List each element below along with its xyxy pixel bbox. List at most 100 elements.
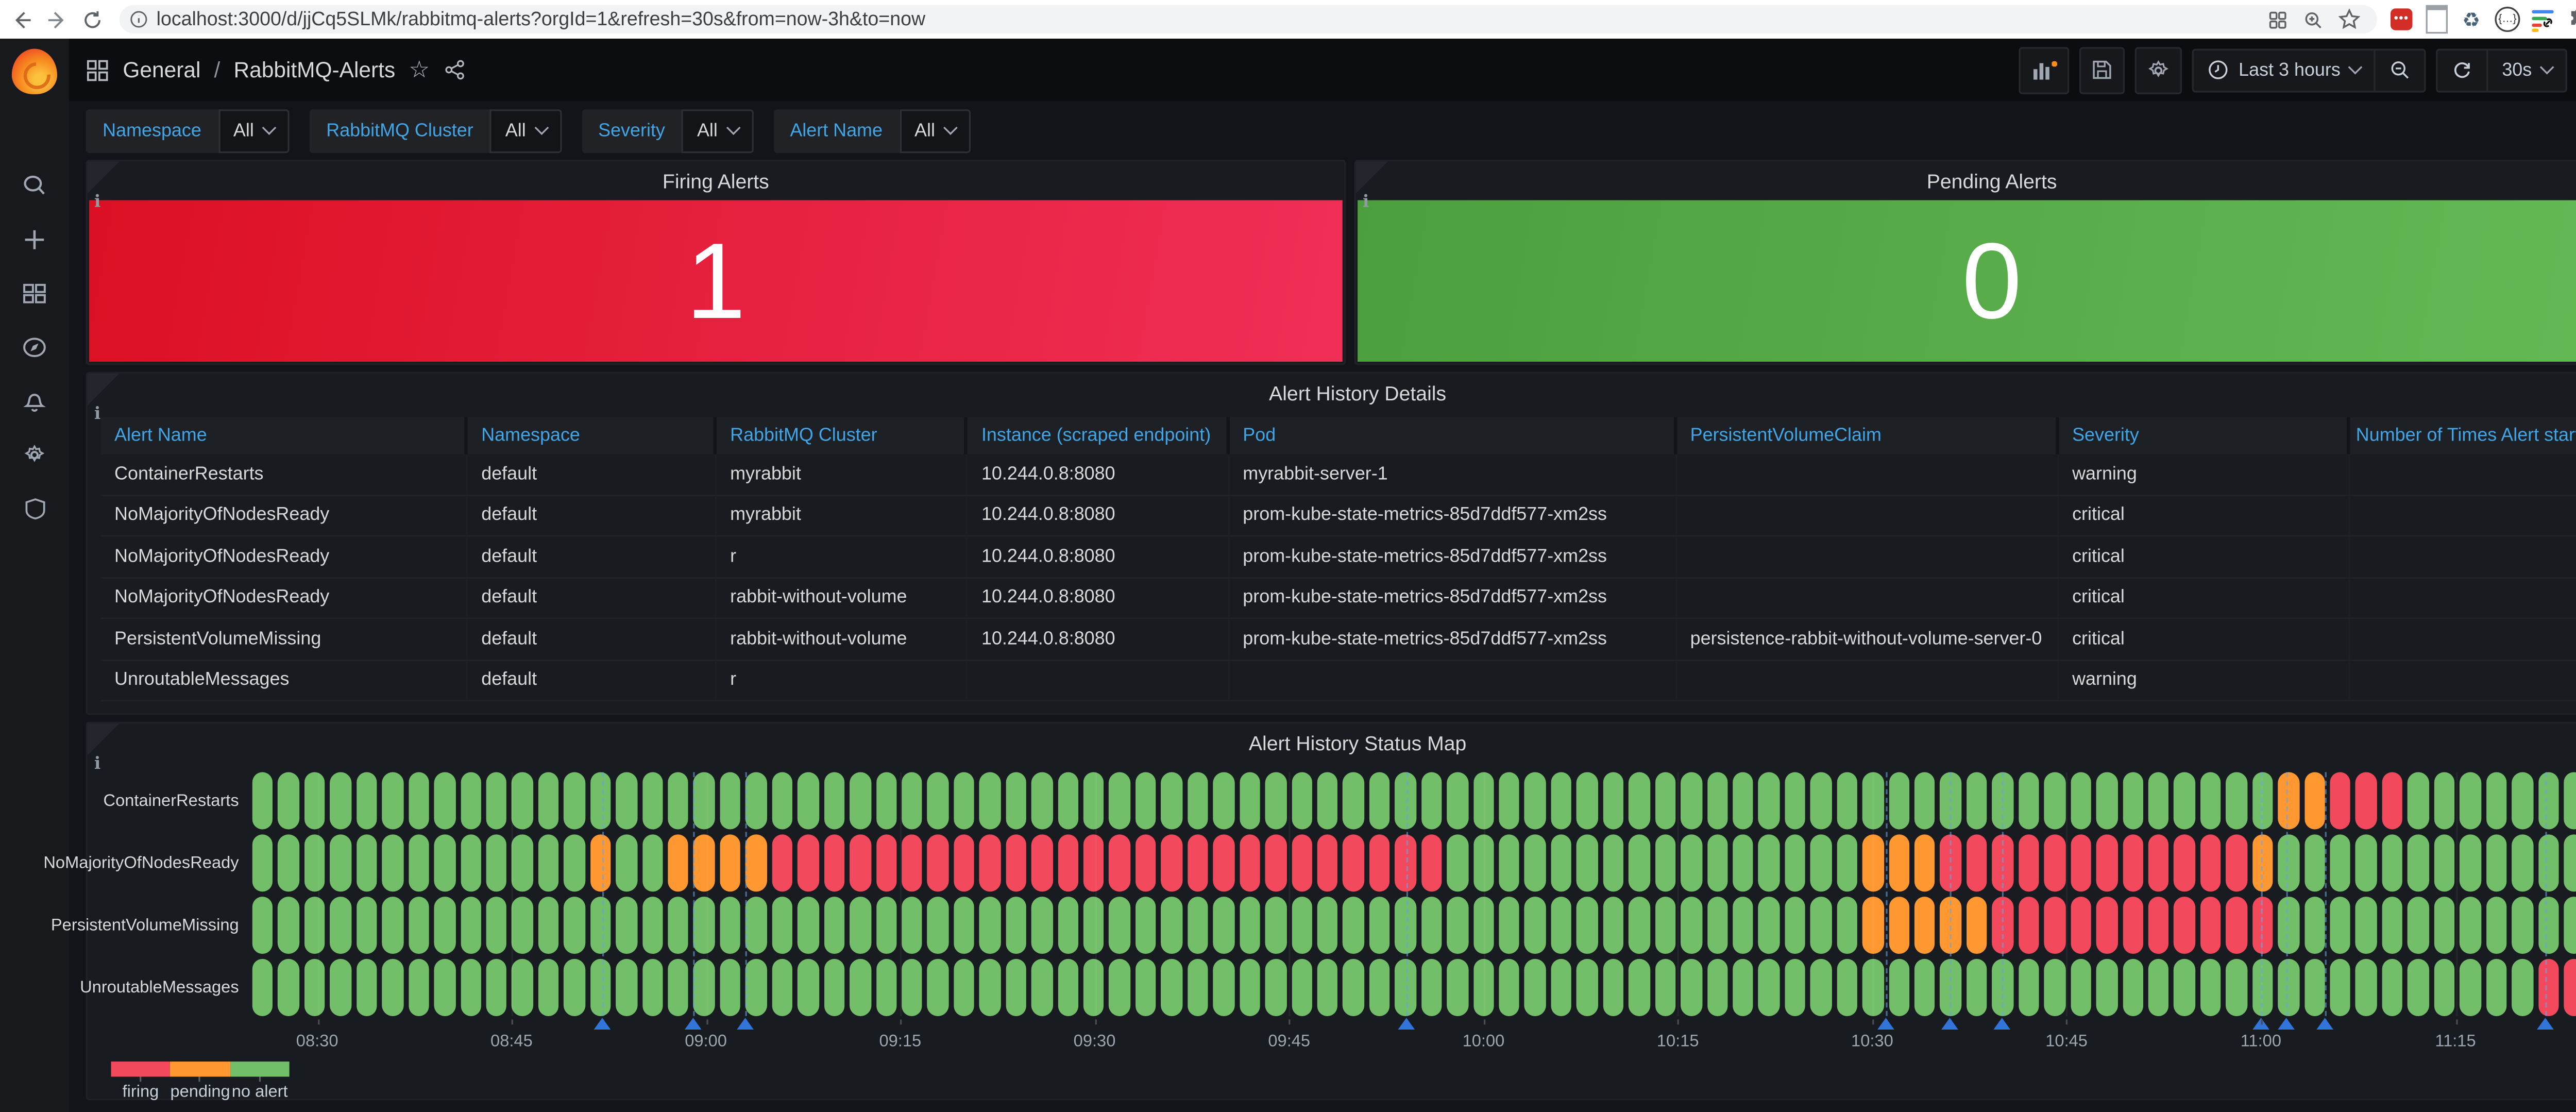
- chevron-down-icon: [725, 121, 740, 135]
- url-text[interactable]: localhost:3000/d/jjCq5SLMk/rabbitmq-aler…: [157, 9, 2268, 29]
- annotation-marker[interactable]: [736, 1018, 753, 1030]
- annotation-marker[interactable]: [1877, 1018, 1894, 1030]
- bookmark-star-icon[interactable]: [2338, 8, 2360, 30]
- column-header[interactable]: Pod: [1229, 417, 1676, 454]
- lastpass-icon[interactable]: •••: [2391, 8, 2412, 30]
- column-header[interactable]: Number of Times Alert started: [2350, 417, 2576, 454]
- status-cell-no-alert: [1525, 834, 1546, 891]
- zoom-icon[interactable]: [2303, 9, 2323, 29]
- column-header[interactable]: Severity: [2059, 417, 2350, 454]
- reload-icon[interactable]: [79, 6, 106, 32]
- refresh-interval-button[interactable]: 30s: [2488, 49, 2565, 90]
- status-cell-pending: [694, 834, 715, 891]
- search-icon[interactable]: [22, 173, 47, 198]
- status-cell-no-alert: [1810, 897, 1832, 954]
- annotation-marker[interactable]: [1397, 1018, 1414, 1030]
- window-extension-icon[interactable]: [2424, 8, 2448, 31]
- grafana-logo[interactable]: [12, 49, 57, 94]
- column-header[interactable]: Namespace: [468, 417, 717, 454]
- status-cell-no-alert: [979, 959, 1001, 1016]
- status-cell-no-alert: [304, 772, 326, 830]
- panel-title[interactable]: Firing Alerts: [88, 161, 1344, 198]
- status-cell-no-alert: [2408, 772, 2429, 830]
- configuration-gear-icon[interactable]: [22, 443, 47, 468]
- favorite-star-icon[interactable]: ☆: [409, 56, 430, 85]
- status-cell-no-alert: [382, 897, 403, 954]
- status-cell-no-alert: [1551, 834, 1572, 891]
- refresh-button[interactable]: [2438, 49, 2487, 90]
- status-cell-no-alert: [2356, 897, 2377, 954]
- alerting-bell-icon[interactable]: [22, 389, 47, 414]
- gridline: [1483, 772, 1485, 1016]
- annotation-marker[interactable]: [594, 1018, 611, 1030]
- status-cell-no-alert: [278, 772, 299, 830]
- status-cell-pending: [720, 834, 741, 891]
- recycle-icon[interactable]: ♻: [2460, 8, 2483, 31]
- tab-groups-icon[interactable]: [2268, 9, 2288, 29]
- share-icon[interactable]: [443, 59, 465, 80]
- back-icon[interactable]: [8, 6, 35, 32]
- breadcrumb-folder[interactable]: General: [123, 57, 200, 82]
- server-admin-shield-icon[interactable]: [22, 496, 47, 521]
- panel-title[interactable]: Pending Alerts: [1356, 161, 2576, 198]
- annotation-marker[interactable]: [2278, 1018, 2295, 1030]
- table-cell: [1676, 660, 2058, 700]
- save-dashboard-icon[interactable]: [2079, 46, 2124, 93]
- status-cell-firing: [1291, 834, 1312, 891]
- annotation-marker[interactable]: [2538, 1018, 2555, 1030]
- legend-tick: [111, 1076, 171, 1083]
- time-range-button[interactable]: Last 3 hours: [2193, 49, 2374, 90]
- filter-value-dropdown[interactable]: All: [900, 109, 971, 153]
- status-cell-no-alert: [772, 772, 793, 830]
- forward-icon[interactable]: [44, 6, 71, 32]
- url-bar[interactable]: localhost:3000/d/jjCq5SLMk/rabbitmq-aler…: [120, 5, 2377, 34]
- status-cell-no-alert: [2460, 834, 2481, 891]
- status-cell-no-alert: [1733, 959, 1754, 1016]
- status-cell-no-alert: [798, 772, 819, 830]
- explore-compass-icon[interactable]: [22, 335, 47, 360]
- status-cell-no-alert: [2356, 959, 2377, 1016]
- status-cell-no-alert: [460, 959, 481, 1016]
- zoom-out-button[interactable]: [2376, 49, 2425, 90]
- filter-value-dropdown[interactable]: All: [490, 109, 561, 153]
- annotation-marker[interactable]: [685, 1018, 702, 1030]
- status-cell-firing: [2226, 897, 2247, 954]
- status-cell-no-alert: [2096, 959, 2117, 1016]
- column-header[interactable]: RabbitMQ Cluster: [717, 417, 968, 454]
- annotation-marker[interactable]: [1942, 1018, 1959, 1030]
- dashboard-settings-gear-icon[interactable]: [2134, 46, 2181, 93]
- page-title[interactable]: RabbitMQ-Alerts: [233, 57, 395, 82]
- column-header[interactable]: PersistentVolumeClaim: [1676, 417, 2058, 454]
- create-plus-icon[interactable]: [22, 227, 47, 252]
- column-header[interactable]: Instance (scraped endpoint): [968, 417, 1229, 454]
- panel-info-corner-icon[interactable]: i: [88, 161, 120, 193]
- chart-link-icon[interactable]: [2532, 8, 2553, 30]
- status-cell-no-alert: [2382, 834, 2403, 891]
- panel-title[interactable]: Alert History Status Map: [88, 723, 2576, 761]
- status-cell-no-alert: [1057, 772, 1078, 830]
- panel-info-corner-icon[interactable]: i: [1356, 161, 1388, 193]
- dashboards-icon[interactable]: [22, 281, 47, 306]
- status-cell-no-alert: [824, 959, 845, 1016]
- annotation-marker[interactable]: [2317, 1018, 2334, 1030]
- axis-tick-label: 10:30: [1851, 1033, 1893, 1052]
- panel-title[interactable]: Alert History Details: [88, 374, 2576, 411]
- table-cell: critical: [2059, 495, 2350, 535]
- braces-icon[interactable]: {…}: [2495, 7, 2520, 32]
- panel-info-corner-icon[interactable]: i: [88, 723, 120, 755]
- panel-info-corner-icon[interactable]: i: [88, 374, 120, 406]
- status-cell-no-alert: [1603, 834, 1624, 891]
- column-header[interactable]: Alert Name: [101, 417, 468, 454]
- status-cell-firing: [902, 834, 923, 891]
- add-panel-icon[interactable]: [2018, 46, 2069, 93]
- filter-value-dropdown[interactable]: All: [218, 109, 290, 153]
- axis-tickmark: [900, 1019, 902, 1024]
- annotation-line: [602, 772, 604, 1025]
- site-info-icon[interactable]: [129, 10, 148, 29]
- status-cell-no-alert: [330, 834, 351, 891]
- status-cell-no-alert: [2538, 772, 2559, 830]
- annotation-marker[interactable]: [1993, 1018, 2010, 1030]
- status-cell-no-alert: [2486, 897, 2507, 954]
- filter-value-dropdown[interactable]: All: [682, 109, 753, 153]
- puzzle-extensions-icon[interactable]: [2566, 8, 2576, 31]
